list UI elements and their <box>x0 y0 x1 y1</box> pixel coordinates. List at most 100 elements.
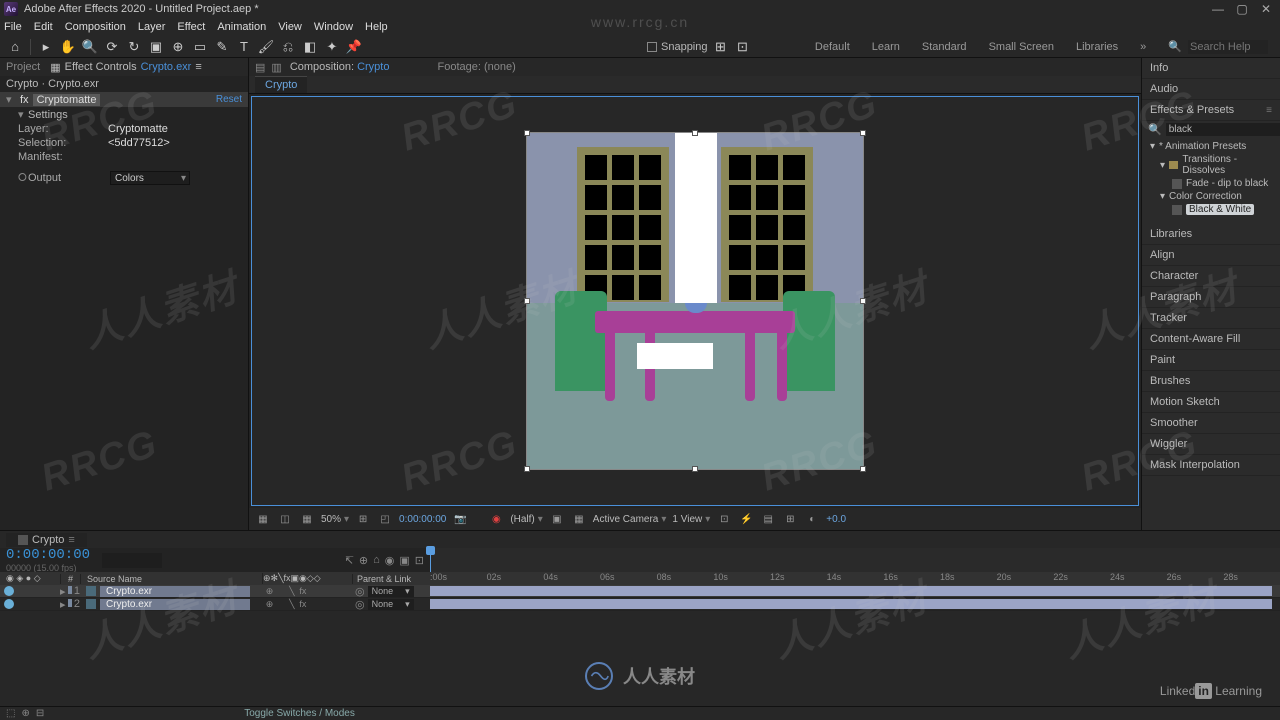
minimize-icon[interactable]: — <box>1212 3 1224 15</box>
composition-viewer[interactable] <box>251 96 1139 506</box>
panel-menu-icon[interactable]: ≡ <box>195 61 201 73</box>
snapshot-icon[interactable]: 📷 <box>452 511 468 527</box>
menu-animation[interactable]: Animation <box>217 21 266 33</box>
toggle-grid-icon[interactable]: ▦ <box>299 511 315 527</box>
panel-libraries[interactable]: Libraries <box>1142 224 1280 245</box>
tl-tool-icon[interactable]: ↸ <box>345 554 354 567</box>
tree-animation-presets[interactable]: ▾* Animation Presets <box>1146 140 1276 153</box>
panel-info[interactable]: Info <box>1142 58 1280 79</box>
workspace-default[interactable]: Default <box>815 41 850 53</box>
menu-edit[interactable]: Edit <box>34 21 53 33</box>
panel-smoother[interactable]: Smoother <box>1142 413 1280 434</box>
viewer-time[interactable]: 0:00:00:00 <box>399 514 446 525</box>
layer-duration-bar[interactable] <box>430 599 1272 609</box>
panel-audio[interactable]: Audio <box>1142 79 1280 100</box>
hand-tool-icon[interactable]: ✋ <box>59 38 77 56</box>
panel-motion-sketch[interactable]: Motion Sketch <box>1142 392 1280 413</box>
col-parent-link[interactable]: Parent & Link <box>352 574 430 584</box>
selection-prop-value[interactable]: <5dd77512> <box>108 137 170 149</box>
tl-tool-icon[interactable]: ⊡ <box>415 554 424 567</box>
comp-tab-crypto[interactable]: Crypto <box>255 76 307 93</box>
layer-panel-icon[interactable]: ▤ <box>255 61 265 74</box>
toggle-mask-icon[interactable]: ◫ <box>277 511 293 527</box>
tl-footer-icon[interactable]: ⬚ <box>6 708 15 719</box>
brush-tool-icon[interactable]: 🖌 <box>257 38 275 56</box>
tl-tool-icon[interactable]: ⊕ <box>359 554 368 567</box>
panel-paragraph[interactable]: Paragraph <box>1142 287 1280 308</box>
workspace-small-screen[interactable]: Small Screen <box>989 41 1054 53</box>
channel-icon[interactable]: ◉ <box>488 511 504 527</box>
fast-preview-icon[interactable]: ⚡ <box>738 511 754 527</box>
workspace-standard[interactable]: Standard <box>922 41 967 53</box>
search-help-input[interactable] <box>1188 40 1268 54</box>
effect-reset-link[interactable]: Reset <box>216 94 242 105</box>
pickwhip-icon[interactable]: ◎ <box>355 585 365 598</box>
timeline-timecode[interactable]: 0:00:00:00 <box>6 547 90 563</box>
camera-tool-icon[interactable]: ▣ <box>147 38 165 56</box>
zoom-select[interactable]: 50% <box>321 514 349 525</box>
timeline-layer-row[interactable]: ▸1 Crypto.exr ⊕╲fx ◎None▾ <box>0 585 1280 598</box>
parent-select[interactable]: None▾ <box>368 586 414 597</box>
menu-layer[interactable]: Layer <box>138 21 166 33</box>
effect-cryptomatte-header[interactable]: ▾fxCryptomatte Reset <box>0 92 248 107</box>
panel-paint[interactable]: Paint <box>1142 350 1280 371</box>
timeline-ruler[interactable] <box>430 548 1280 572</box>
snapping-checkbox[interactable] <box>647 42 657 52</box>
toggle-alpha-icon[interactable]: ▦ <box>255 511 271 527</box>
visibility-icon[interactable] <box>4 599 14 609</box>
output-prop-select[interactable]: Colors <box>110 171 190 185</box>
close-icon[interactable]: ✕ <box>1260 3 1272 15</box>
orbit-tool-icon[interactable]: ⟳ <box>103 38 121 56</box>
tree-fade-dip-black[interactable]: Fade - dip to black <box>1146 177 1276 190</box>
type-tool-icon[interactable]: T <box>235 38 253 56</box>
tl-tool-icon[interactable]: ◉ <box>385 554 395 567</box>
tl-footer-icon[interactable]: ⊟ <box>36 708 44 719</box>
res-icon[interactable]: ⊞ <box>355 511 371 527</box>
parent-select[interactable]: None▾ <box>368 599 414 610</box>
layer-prop-value[interactable]: Cryptomatte <box>108 123 168 135</box>
workspace-overflow-icon[interactable]: » <box>1140 41 1146 53</box>
menu-view[interactable]: View <box>278 21 302 33</box>
timeline-icon[interactable]: ▤ <box>760 511 776 527</box>
menu-file[interactable]: File <box>4 21 22 33</box>
region-icon[interactable]: ▣ <box>549 511 565 527</box>
tl-footer-icon[interactable]: ⊕ <box>21 708 29 719</box>
zoom-tool-icon[interactable]: 🔍 <box>81 38 99 56</box>
exposure-reset-icon[interactable]: ◐ <box>804 511 820 527</box>
menu-window[interactable]: Window <box>314 21 353 33</box>
pickwhip-icon[interactable]: ◎ <box>355 598 365 611</box>
panel-mask-interpolation[interactable]: Mask Interpolation <box>1142 455 1280 476</box>
rectangle-tool-icon[interactable]: ▭ <box>191 38 209 56</box>
snap-opt2-icon[interactable]: ⊡ <box>734 38 752 56</box>
puppet-tool-icon[interactable]: 📌 <box>345 38 363 56</box>
snap-opt1-icon[interactable]: ⊞ <box>712 38 730 56</box>
safe-icon[interactable]: ◰ <box>377 511 393 527</box>
project-tab[interactable]: Project <box>6 61 40 73</box>
home-icon[interactable]: ⌂ <box>6 38 24 56</box>
tree-transitions-dissolves[interactable]: ▾Transitions - Dissolves <box>1146 153 1276 177</box>
flowchart-icon[interactable]: ⊞ <box>782 511 798 527</box>
panel-wiggler[interactable]: Wiggler <box>1142 434 1280 455</box>
layer-name[interactable]: Crypto.exr <box>100 599 250 610</box>
col-source-name[interactable]: Source Name <box>80 574 262 584</box>
toggle-switches-modes[interactable]: Toggle Switches / Modes <box>244 708 355 719</box>
pixel-aspect-icon[interactable]: ⊡ <box>716 511 732 527</box>
eraser-tool-icon[interactable]: ◧ <box>301 38 319 56</box>
selection-tool-icon[interactable]: ▸ <box>37 38 55 56</box>
timeline-search-input[interactable] <box>102 553 162 568</box>
footage-tab-label[interactable]: Footage: (none) <box>437 61 515 73</box>
panel-menu-icon[interactable]: ≡ <box>1266 105 1272 116</box>
menu-composition[interactable]: Composition <box>65 21 126 33</box>
workspace-libraries[interactable]: Libraries <box>1076 41 1118 53</box>
tree-color-correction[interactable]: ▾Color Correction <box>1146 190 1276 203</box>
tl-tool-icon[interactable]: ⌂ <box>373 554 380 567</box>
maximize-icon[interactable]: ▢ <box>1236 3 1248 15</box>
timeline-tab-crypto[interactable]: Crypto≡ <box>6 533 87 547</box>
menu-effect[interactable]: Effect <box>177 21 205 33</box>
menu-help[interactable]: Help <box>365 21 388 33</box>
layer-name[interactable]: Crypto.exr <box>100 586 250 597</box>
playhead[interactable] <box>430 548 431 572</box>
composition-tab-label[interactable]: Composition: Crypto <box>290 61 390 73</box>
exposure-value[interactable]: +0.0 <box>826 514 846 525</box>
layer-duration-bar[interactable] <box>430 586 1272 596</box>
